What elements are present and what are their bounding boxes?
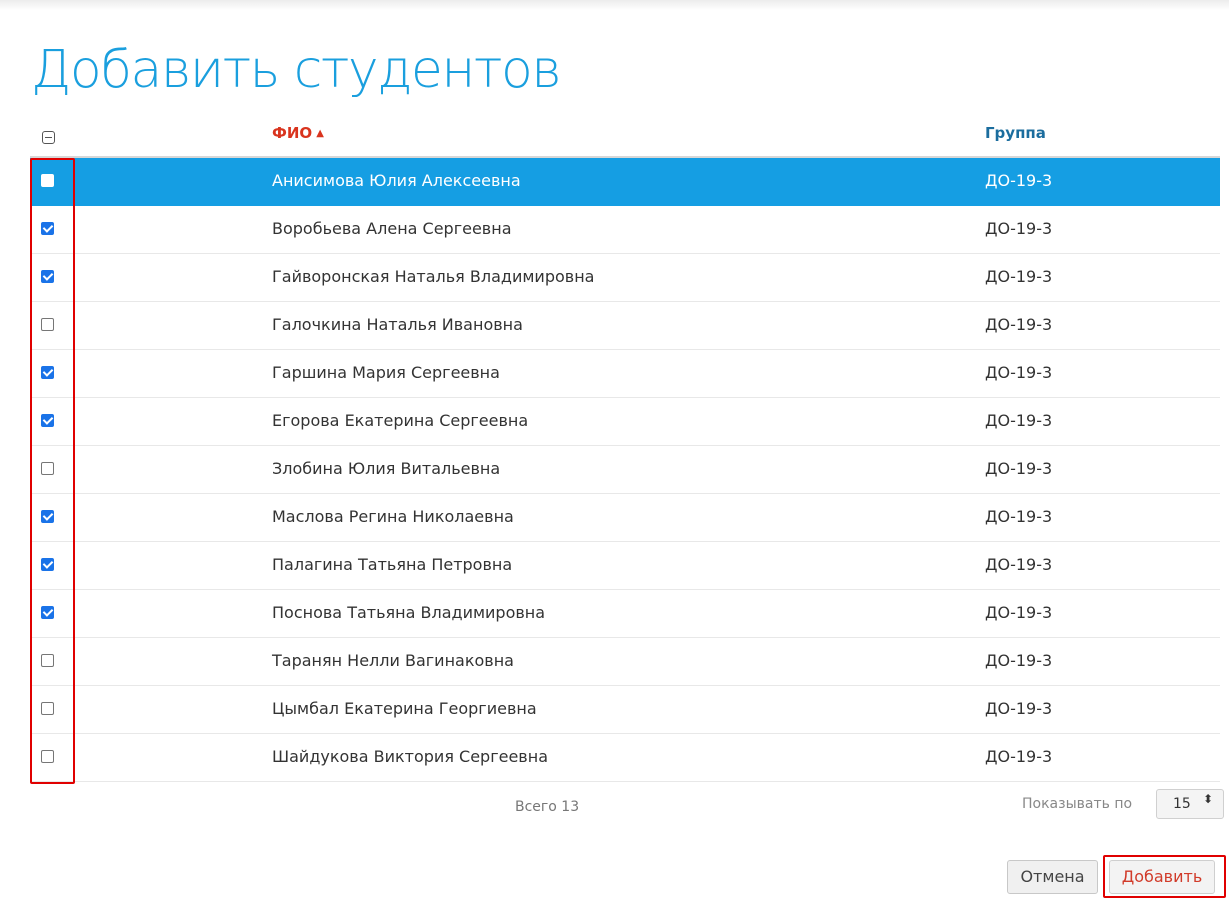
select-all-checkbox[interactable]: [42, 131, 55, 144]
student-name: Таранян Нелли Вагинаковна: [272, 651, 514, 670]
student-group: ДО-19-3: [985, 699, 1053, 718]
row-checkbox[interactable]: [41, 750, 54, 763]
student-group: ДО-19-3: [985, 267, 1053, 286]
page-size-select[interactable]: 15 ⬍: [1156, 789, 1224, 819]
row-checkbox-cell: [41, 222, 54, 235]
student-group: ДО-19-3: [985, 459, 1053, 478]
student-group: ДО-19-3: [985, 411, 1053, 430]
table-row[interactable]: Цымбал Екатерина Георгиевна ДО-19-3: [30, 686, 1220, 734]
cancel-button[interactable]: Отмена: [1007, 860, 1098, 894]
table-row[interactable]: Шайдукова Виктория Сергеевна ДО-19-3: [30, 734, 1220, 782]
row-checkbox[interactable]: [41, 606, 54, 619]
student-group: ДО-19-3: [985, 315, 1053, 334]
table-row[interactable]: Анисимова Юлия Алексеевна ДО-19-3: [30, 158, 1220, 206]
table-row[interactable]: Гаршина Мария Сергеевна ДО-19-3: [30, 350, 1220, 398]
column-header-group[interactable]: Группа: [985, 124, 1046, 142]
student-name: Егорова Екатерина Сергеевна: [272, 411, 529, 430]
table-row[interactable]: Таранян Нелли Вагинаковна ДО-19-3: [30, 638, 1220, 686]
select-all-cell: [42, 131, 55, 144]
row-checkbox-cell: [41, 318, 54, 331]
student-name: Гайворонская Наталья Владимировна: [272, 267, 595, 286]
table-row[interactable]: Егорова Екатерина Сергеевна ДО-19-3: [30, 398, 1220, 446]
row-checkbox[interactable]: [41, 366, 54, 379]
student-group: ДО-19-3: [985, 219, 1053, 238]
row-checkbox[interactable]: [41, 414, 54, 427]
table-row[interactable]: Злобина Юлия Витальевна ДО-19-3: [30, 446, 1220, 494]
student-name: Галочкина Наталья Ивановна: [272, 315, 523, 334]
add-students-page: Добавить студентов ФИО ▲ Группа Анисимова…: [0, 0, 1229, 900]
student-group: ДО-19-3: [985, 651, 1053, 670]
row-checkbox-cell: [41, 366, 54, 379]
student-name: Злобина Юлия Витальевна: [272, 459, 501, 478]
row-checkbox[interactable]: [41, 558, 54, 571]
student-name: Гаршина Мария Сергеевна: [272, 363, 500, 382]
row-checkbox-cell: [41, 510, 54, 523]
student-group: ДО-19-3: [985, 747, 1053, 766]
top-shade: [0, 0, 1229, 10]
table-row[interactable]: Маслова Регина Николаевна ДО-19-3: [30, 494, 1220, 542]
student-name: Шайдукова Виктория Сергеевна: [272, 747, 548, 766]
row-checkbox-cell: [41, 174, 54, 187]
student-group: ДО-19-3: [985, 363, 1053, 382]
row-checkbox-cell: [41, 654, 54, 667]
row-checkbox-cell: [41, 414, 54, 427]
column-header-fio[interactable]: ФИО ▲: [272, 124, 324, 142]
student-group: ДО-19-3: [985, 507, 1053, 526]
row-checkbox[interactable]: [41, 222, 54, 235]
student-name: Цымбал Екатерина Георгиевна: [272, 699, 537, 718]
row-checkbox-cell: [41, 270, 54, 283]
table-header: ФИО ▲ Группа: [30, 111, 1220, 158]
page-size-label: Показывать по: [1022, 796, 1133, 812]
row-checkbox[interactable]: [41, 174, 54, 187]
add-button[interactable]: Добавить: [1109, 860, 1215, 894]
sort-ascending-icon: ▲: [316, 128, 324, 139]
row-checkbox-cell: [41, 606, 54, 619]
student-name: Анисимова Юлия Алексеевна: [272, 171, 521, 190]
row-checkbox[interactable]: [41, 318, 54, 331]
row-checkbox[interactable]: [41, 654, 54, 667]
students-table: ФИО ▲ Группа Анисимова Юлия Алексеевна ДО…: [30, 111, 1220, 782]
student-name: Поснова Татьяна Владимировна: [272, 603, 546, 622]
student-name: Маслова Регина Николаевна: [272, 507, 514, 526]
table-row[interactable]: Галочкина Наталья Ивановна ДО-19-3: [30, 302, 1220, 350]
column-header-fio-label: ФИО: [272, 124, 313, 142]
table-row[interactable]: Палагина Татьяна Петровна ДО-19-3: [30, 542, 1220, 590]
student-group: ДО-19-3: [985, 555, 1053, 574]
student-group: ДО-19-3: [985, 171, 1053, 190]
table-row[interactable]: Воробьева Алена Сергеевна ДО-19-3: [30, 206, 1220, 254]
row-checkbox[interactable]: [41, 270, 54, 283]
row-checkbox-cell: [41, 462, 54, 475]
student-group: ДО-19-3: [985, 603, 1053, 622]
row-checkbox-cell: [41, 558, 54, 571]
page-title: Добавить студентов: [31, 40, 562, 100]
table-body: Анисимова Юлия Алексеевна ДО-19-3 Воробь…: [30, 158, 1220, 782]
table-row[interactable]: Поснова Татьяна Владимировна ДО-19-3: [30, 590, 1220, 638]
row-checkbox[interactable]: [41, 702, 54, 715]
page-size-value: 15: [1173, 796, 1191, 812]
total-count: Всего 13: [515, 799, 580, 815]
student-name: Воробьева Алена Сергеевна: [272, 219, 512, 238]
student-name: Палагина Татьяна Петровна: [272, 555, 513, 574]
row-checkbox-cell: [41, 702, 54, 715]
sort-updown-icon: ⬍: [1203, 792, 1214, 806]
row-checkbox-cell: [41, 750, 54, 763]
row-checkbox[interactable]: [41, 462, 54, 475]
row-checkbox[interactable]: [41, 510, 54, 523]
table-row[interactable]: Гайворонская Наталья Владимировна ДО-19-…: [30, 254, 1220, 302]
